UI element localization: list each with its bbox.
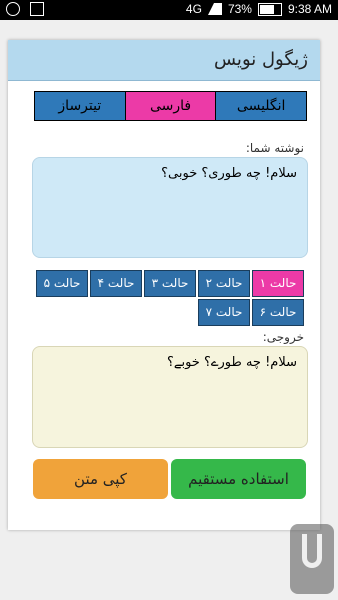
mode-2-button[interactable]: حالت ۲: [198, 270, 250, 297]
notification-icon: [6, 2, 20, 16]
network-type: 4G: [185, 2, 202, 16]
mode-6-button[interactable]: حالت ۶: [252, 299, 304, 326]
copy-text-button[interactable]: کپی متن: [33, 459, 168, 499]
input-label: نوشته شما:: [245, 141, 304, 155]
tab-titrsaz[interactable]: تیترساز: [35, 92, 125, 120]
status-bar: 4G 73% 9:38 AM: [0, 0, 338, 20]
language-tabs: تیترساز فارسی انگلیسی: [34, 91, 307, 121]
clock: 9:38 AM: [287, 2, 332, 16]
tab-farsi[interactable]: فارسی: [124, 92, 216, 120]
app-titlebar: ژیگول نویس: [8, 40, 320, 81]
app-title: ژیگول نویس: [213, 49, 308, 70]
main-card: ژیگول نویس تیترساز فارسی انگلیسی نوشته ش…: [8, 40, 320, 530]
mode-5-button[interactable]: حالت ۵: [36, 270, 88, 297]
mode-3-button[interactable]: حالت ۳: [144, 270, 196, 297]
download-icon: [30, 2, 44, 16]
output-label: خروجی:: [262, 330, 304, 344]
battery-icon: [257, 2, 282, 16]
mode-4-button[interactable]: حالت ۴: [90, 270, 142, 297]
text-output[interactable]: سلام! چه طورے؟ خوبے؟: [32, 346, 308, 448]
battery-percent: 73%: [227, 2, 252, 16]
signal-icon: [207, 3, 222, 15]
direct-use-button[interactable]: استفاده مستقیم: [171, 459, 306, 499]
tab-english[interactable]: انگلیسی: [215, 92, 307, 120]
text-input[interactable]: سلام! چه طوری؟ خوبی؟: [32, 157, 308, 258]
mode-7-button[interactable]: حالت ۷: [198, 299, 250, 326]
mode-1-button[interactable]: حالت ۱: [252, 270, 304, 297]
app-logo-icon: [290, 524, 334, 594]
